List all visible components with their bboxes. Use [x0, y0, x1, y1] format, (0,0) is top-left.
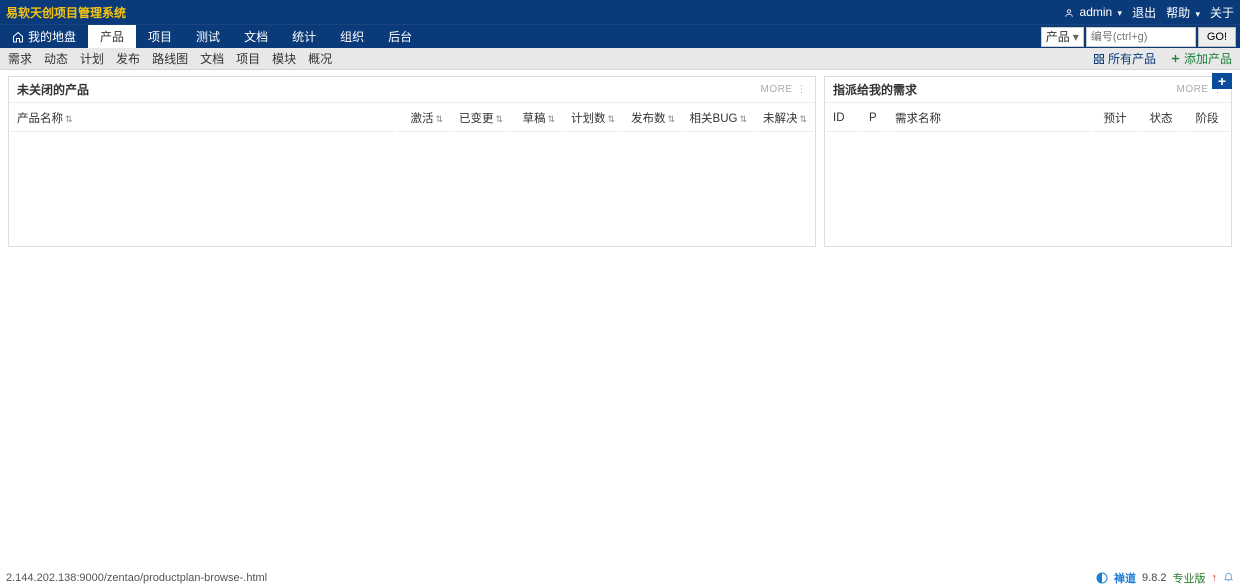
search-input[interactable]: [1086, 27, 1196, 47]
all-products-label: 所有产品: [1108, 50, 1156, 67]
col-story-name[interactable]: 需求名称: [889, 105, 1091, 132]
nav-home[interactable]: 我的地盘: [0, 25, 88, 48]
subnav-right: 所有产品 添加产品: [1093, 50, 1232, 67]
nav-doc[interactable]: 文档: [232, 25, 280, 48]
nav-project[interactable]: 项目: [136, 25, 184, 48]
panel-more-link[interactable]: MORE ⋮: [761, 84, 808, 95]
nav-tabs: 我的地盘 产品 项目 测试 文档 统计 组织 后台: [0, 25, 424, 48]
col-id[interactable]: ID: [827, 105, 861, 132]
add-product-link[interactable]: 添加产品: [1170, 50, 1232, 67]
subnav-story[interactable]: 需求: [8, 50, 32, 67]
stories-table: ID P 需求名称 预计 状态 阶段: [825, 103, 1231, 134]
add-panel-button[interactable]: +: [1212, 73, 1232, 89]
subnav-release[interactable]: 发布: [116, 50, 140, 67]
sub-nav: 需求 动态 计划 发布 路线图 文档 项目 模块 概况 所有产品 添加产品: [0, 48, 1240, 70]
subnav-dynamic[interactable]: 动态: [44, 50, 68, 67]
footer-right: 禅道 9.8.2 专业版 ↑: [1096, 570, 1234, 586]
panel-open-products: 未关闭的产品 MORE ⋮ 产品名称⇅ 激活⇅ 已变更⇅ 草稿⇅ 计划数⇅ 发布…: [8, 76, 816, 247]
col-draft[interactable]: 草稿⇅: [511, 105, 561, 132]
col-release[interactable]: 发布数⇅: [623, 105, 681, 132]
grid-icon: [1093, 53, 1105, 65]
col-estimate[interactable]: 预计: [1093, 105, 1137, 132]
search-scope-label: 产品: [1046, 28, 1070, 45]
zentao-logo-icon: [1096, 572, 1108, 584]
home-icon: [12, 31, 24, 43]
help-menu[interactable]: 帮助 ▾: [1166, 4, 1200, 21]
sort-icon: ⇅: [739, 114, 747, 124]
subnav-roadmap[interactable]: 路线图: [152, 50, 188, 67]
col-changed[interactable]: 已变更⇅: [451, 105, 509, 132]
status-url: 2.144.202.138:9000/zentao/productplan-br…: [6, 572, 267, 584]
nav-home-label: 我的地盘: [28, 28, 76, 45]
arrow-up-icon[interactable]: ↑: [1212, 572, 1218, 584]
col-bug[interactable]: 相关BUG⇅: [683, 105, 753, 132]
sort-icon: ⇅: [667, 114, 675, 124]
col-stage[interactable]: 阶段: [1185, 105, 1229, 132]
sort-icon: ⇅: [65, 114, 73, 124]
panels-row: 未关闭的产品 MORE ⋮ 产品名称⇅ 激活⇅ 已变更⇅ 草稿⇅ 计划数⇅ 发布…: [8, 76, 1232, 247]
panel-title: 指派给我的需求: [833, 81, 917, 98]
panel-header: 未关闭的产品 MORE ⋮: [9, 77, 815, 103]
add-product-label: 添加产品: [1184, 50, 1232, 67]
user-icon: [1064, 8, 1074, 18]
col-priority[interactable]: P: [863, 105, 887, 132]
search-go-button[interactable]: GO!: [1198, 27, 1236, 47]
footer-app: 禅道: [1114, 570, 1136, 586]
subnav-left: 需求 动态 计划 发布 路线图 文档 项目 模块 概况: [8, 50, 332, 67]
products-table: 产品名称⇅ 激活⇅ 已变更⇅ 草稿⇅ 计划数⇅ 发布数⇅ 相关BUG⇅ 未解决⇅: [9, 103, 815, 134]
subnav-overview[interactable]: 概况: [308, 50, 332, 67]
footer-edition: 专业版: [1173, 570, 1206, 586]
help-label: 帮助: [1166, 6, 1190, 20]
footer-version: 9.8.2: [1142, 572, 1166, 584]
panel-body-empty: [825, 134, 1231, 246]
topbar-right: admin ▾ 退出 帮助 ▾ 关于: [1064, 4, 1234, 21]
nav-report[interactable]: 统计: [280, 25, 328, 48]
plus-icon: [1170, 53, 1181, 64]
caret-down-icon: ▾: [1073, 30, 1079, 44]
caret-down-icon: ▾: [1195, 9, 1200, 19]
search-box: 产品 ▾ GO!: [1037, 25, 1240, 48]
panel-title: 未关闭的产品: [17, 81, 89, 98]
user-menu[interactable]: admin ▾: [1064, 5, 1122, 19]
col-unresolved[interactable]: 未解决⇅: [755, 105, 813, 132]
all-products-link[interactable]: 所有产品: [1093, 50, 1156, 67]
content-area: + 未关闭的产品 MORE ⋮ 产品名称⇅ 激活⇅ 已变更⇅ 草稿⇅ 计划数⇅: [0, 70, 1240, 255]
logout-link[interactable]: 退出: [1132, 4, 1156, 21]
footer: 2.144.202.138:9000/zentao/productplan-br…: [0, 569, 1240, 587]
vertical-dots-icon: ⋮: [797, 84, 808, 95]
search-scope-select[interactable]: 产品 ▾: [1041, 27, 1084, 47]
topbar: 易软天创项目管理系统 admin ▾ 退出 帮助 ▾ 关于: [0, 0, 1240, 24]
subnav-plan[interactable]: 计划: [80, 50, 104, 67]
nav-org[interactable]: 组织: [328, 25, 376, 48]
bell-icon[interactable]: [1223, 571, 1234, 585]
subnav-doc[interactable]: 文档: [200, 50, 224, 67]
caret-down-icon: ▾: [1118, 8, 1123, 18]
more-label: MORE: [761, 84, 793, 95]
subnav-module[interactable]: 模块: [272, 50, 296, 67]
panel-assigned-stories: 指派给我的需求 MORE ⋮ ID P 需求名称 预计 状态 阶段: [824, 76, 1232, 247]
panel-header: 指派给我的需求 MORE ⋮: [825, 77, 1231, 103]
col-product-name[interactable]: 产品名称⇅: [11, 105, 395, 132]
main-nav: 我的地盘 产品 项目 测试 文档 统计 组织 后台 产品 ▾ GO!: [0, 24, 1240, 48]
subnav-project[interactable]: 项目: [236, 50, 260, 67]
col-plan[interactable]: 计划数⇅: [563, 105, 621, 132]
col-status[interactable]: 状态: [1139, 105, 1183, 132]
more-label: MORE: [1177, 84, 1209, 95]
sort-icon: ⇅: [547, 114, 555, 124]
sort-icon: ⇅: [495, 114, 503, 124]
nav-admin[interactable]: 后台: [376, 25, 424, 48]
nav-product[interactable]: 产品: [88, 25, 136, 48]
user-name: admin: [1080, 5, 1113, 19]
about-link[interactable]: 关于: [1210, 4, 1234, 21]
panel-body-empty: [9, 134, 815, 246]
sort-icon: ⇅: [607, 114, 615, 124]
nav-qa[interactable]: 测试: [184, 25, 232, 48]
sort-icon: ⇅: [799, 114, 807, 124]
sort-icon: ⇅: [435, 114, 443, 124]
col-active[interactable]: 激活⇅: [397, 105, 449, 132]
brand-title: 易软天创项目管理系统: [6, 4, 126, 21]
